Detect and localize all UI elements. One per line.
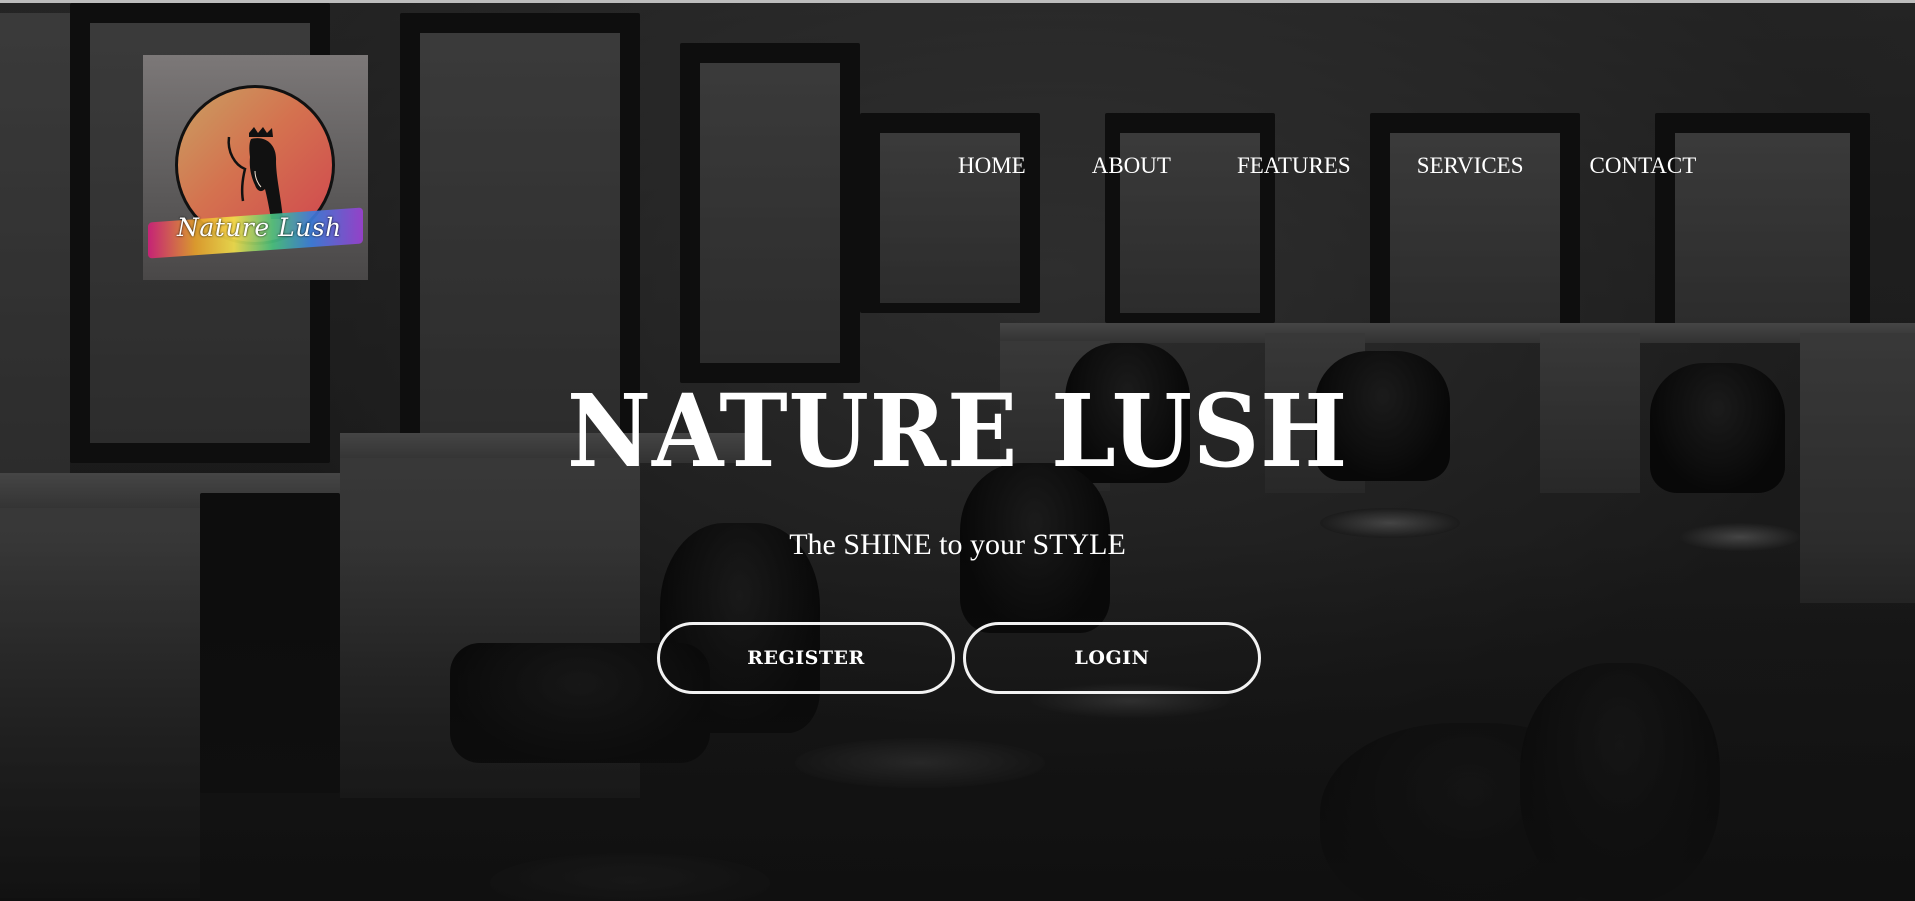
nav-item-contact[interactable]: CONTACT xyxy=(1590,153,1697,179)
hero-title-text: NATURE LUSH xyxy=(566,372,1349,490)
hero-actions: REGISTER LOGIN xyxy=(657,622,1261,694)
nav-item-features[interactable]: FEATURES xyxy=(1237,153,1351,179)
hero-section: Nature Lush HOME ABOUT FEATURES SERVICES… xyxy=(0,0,1915,901)
logo-wordmark: Nature Lush xyxy=(177,213,342,242)
nav-item-services[interactable]: SERVICES xyxy=(1417,153,1524,179)
main-navigation: HOME ABOUT FEATURES SERVICES CONTACT xyxy=(958,153,1696,179)
login-button[interactable]: LOGIN xyxy=(963,622,1261,694)
brand-logo[interactable]: Nature Lush xyxy=(143,55,368,280)
register-button[interactable]: REGISTER xyxy=(657,622,955,694)
nav-item-home[interactable]: HOME xyxy=(958,153,1026,179)
hero-tagline: The SHINE to your STYLE xyxy=(789,528,1126,561)
hero-title: NATURE LUSH xyxy=(0,381,1915,481)
nav-item-about[interactable]: ABOUT xyxy=(1092,153,1171,179)
